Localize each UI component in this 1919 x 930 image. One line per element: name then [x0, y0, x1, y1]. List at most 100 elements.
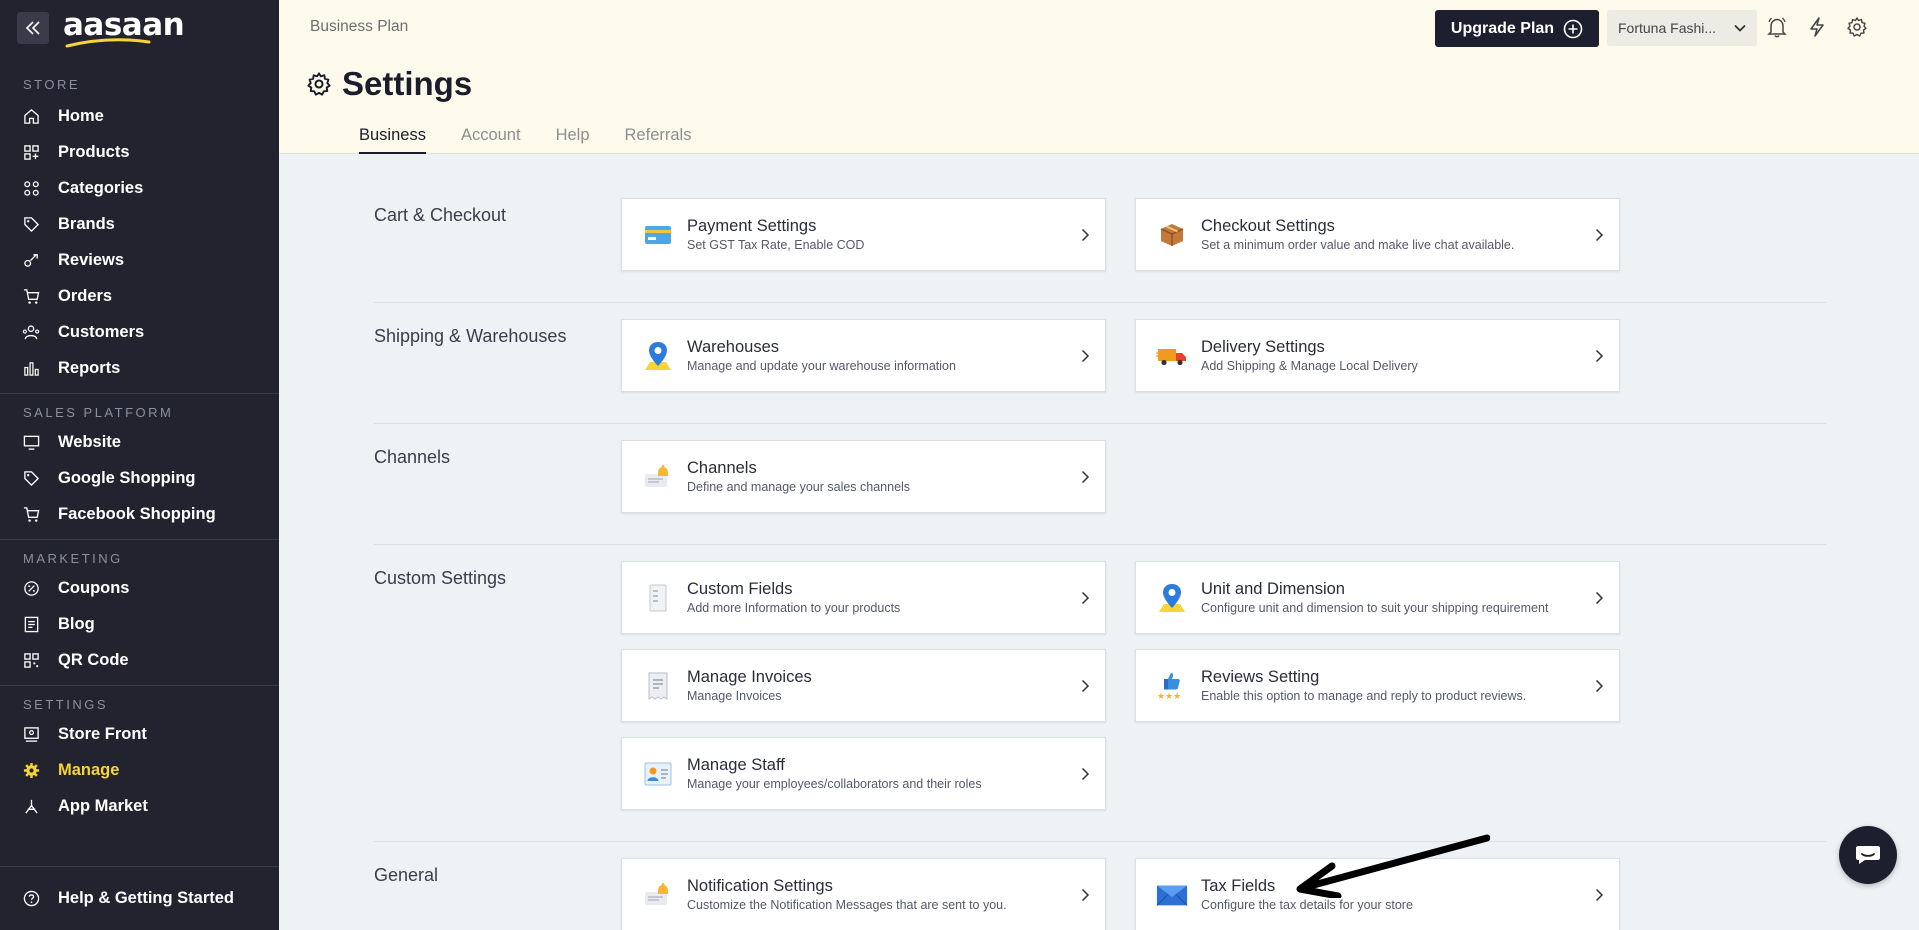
package-box-icon	[1156, 219, 1188, 251]
section-title-cart-checkout: Cart & Checkout	[374, 205, 507, 225]
logo[interactable]: aasaan	[63, 9, 185, 47]
sidebar-item-qr-code[interactable]: QR Code	[0, 642, 279, 678]
sidebar-item-label: Google Shopping	[58, 468, 196, 487]
home-icon	[22, 107, 40, 125]
chevron-right-icon	[1592, 228, 1606, 242]
section-divider	[374, 302, 1826, 303]
notification-bell-icon	[642, 879, 674, 911]
card-description: Add Shipping & Manage Local Delivery	[1201, 358, 1418, 373]
card-title: Reviews Setting	[1201, 667, 1320, 686]
chevron-right-icon	[1078, 888, 1092, 902]
store-selector[interactable]: Fortuna Fashi...	[1607, 10, 1757, 46]
sidebar-divider	[0, 393, 279, 394]
plus-circle-icon	[1563, 19, 1583, 38]
tab-referrals[interactable]: Referrals	[625, 126, 692, 154]
sidebar-item-brands[interactable]: Brands	[0, 206, 279, 242]
chevron-right-icon	[1078, 228, 1092, 242]
card-title: Warehouses	[687, 337, 780, 356]
tax-fields-card[interactable]: Tax Fields Configure the tax details for …	[1135, 858, 1620, 930]
products-icon	[22, 143, 40, 161]
card-title: Notification Settings	[687, 876, 833, 895]
tab-account[interactable]: Account	[461, 126, 521, 154]
card-description: Manage Invoices	[687, 688, 782, 703]
settings-gear-icon[interactable]	[1845, 15, 1869, 39]
sidebar-item-products[interactable]: Products	[0, 134, 279, 170]
sidebar-item-coupons[interactable]: Coupons	[0, 570, 279, 606]
upgrade-label: Upgrade Plan	[1450, 19, 1555, 37]
delivery-truck-icon	[1156, 340, 1188, 372]
upgrade-plan-button[interactable]: Upgrade Plan	[1435, 10, 1599, 47]
chevron-right-icon	[1592, 591, 1606, 605]
channels-card[interactable]: Channels Define and manage your sales cha…	[621, 440, 1106, 513]
section-label-settings: SETTINGS	[23, 697, 109, 712]
card-description: Add more Information to your products	[687, 600, 901, 615]
manage-invoices-card[interactable]: Manage Invoices Manage Invoices	[621, 649, 1106, 722]
sidebar-item-label: QR Code	[58, 650, 129, 669]
sidebar-item-reports[interactable]: Reports	[0, 350, 279, 386]
card-description: Configure unit and dimension to suit you…	[1201, 600, 1549, 615]
sidebar-item-label: Reports	[58, 358, 121, 377]
sidebar-item-label: Customers	[58, 322, 145, 341]
delivery-settings-card[interactable]: Delivery Settings Add Shipping & Manage L…	[1135, 319, 1620, 392]
help-label: Help & Getting Started	[58, 889, 235, 907]
notification-settings-card[interactable]: Notification Settings Customize the Notif…	[621, 858, 1106, 930]
settings-tabs: Business Account Help Referrals	[359, 126, 691, 154]
sidebar-item-blog[interactable]: Blog	[0, 606, 279, 642]
card-title: Channels	[687, 458, 757, 477]
card-title: Checkout Settings	[1201, 216, 1335, 235]
card-title: Payment Settings	[687, 216, 817, 235]
sidebar-item-app-market[interactable]: App Market	[0, 788, 279, 824]
plan-label: Business Plan	[310, 18, 409, 35]
tab-help[interactable]: Help	[556, 126, 590, 154]
sidebar-item-website[interactable]: Website	[0, 424, 279, 460]
section-divider	[374, 544, 1826, 545]
collapse-sidebar-button[interactable]	[17, 12, 49, 44]
sidebar-item-facebook-shopping[interactable]: Facebook Shopping	[0, 496, 279, 532]
monitor-icon	[22, 433, 40, 451]
card-title: Manage Invoices	[687, 667, 812, 686]
help-getting-started-link[interactable]: Help & Getting Started	[0, 881, 279, 917]
custom-fields-card[interactable]: Custom Fields Add more Information to you…	[621, 561, 1106, 634]
section-title-shipping-warehouses: Shipping & Warehouses	[374, 326, 567, 346]
sidebar-item-home[interactable]: Home	[0, 98, 279, 134]
lightning-icon[interactable]	[1805, 15, 1829, 39]
tab-business[interactable]: Business	[359, 126, 426, 154]
page-title: Settings	[306, 67, 472, 100]
sidebar-item-manage[interactable]: Manage	[0, 752, 279, 788]
map-pin-icon	[642, 340, 674, 372]
chevron-right-icon	[1078, 679, 1092, 693]
sidebar-item-label: Manage	[58, 760, 120, 779]
sidebar-item-label: App Market	[58, 796, 148, 815]
sidebar-item-google-shopping[interactable]: Google Shopping	[0, 460, 279, 496]
sidebar-item-label: Brands	[58, 214, 115, 233]
manage-staff-card[interactable]: Manage Staff Manage your employees/collab…	[621, 737, 1106, 810]
cart-icon	[22, 505, 40, 523]
warehouses-card[interactable]: Warehouses Manage and update your warehou…	[621, 319, 1106, 392]
chevron-right-icon	[1078, 591, 1092, 605]
sidebar-item-label: Products	[58, 142, 130, 161]
sidebar-item-orders[interactable]: Orders	[0, 278, 279, 314]
double-chevron-left-icon	[25, 21, 40, 35]
notifications-bell-icon[interactable]	[1765, 15, 1789, 39]
card-description: Customize the Notification Messages that…	[687, 897, 1007, 912]
sidebar-item-label: Facebook Shopping	[58, 504, 216, 523]
chat-button[interactable]	[1839, 826, 1897, 884]
unit-dimension-card[interactable]: Unit and Dimension Configure unit and dim…	[1135, 561, 1620, 634]
payment-settings-card[interactable]: Payment Settings Set GST Tax Rate, Enable…	[621, 198, 1106, 271]
checkout-settings-card[interactable]: Checkout Settings Set a minimum order val…	[1135, 198, 1620, 271]
sidebar-item-reviews[interactable]: Reviews	[0, 242, 279, 278]
card-description: Configure the tax details for your store	[1201, 897, 1413, 912]
sidebar-item-label: Coupons	[58, 578, 130, 597]
card-description: Set GST Tax Rate, Enable COD	[687, 237, 865, 252]
sidebar-item-label: Reviews	[58, 250, 125, 269]
svg-text:★★★: ★★★	[1157, 692, 1181, 701]
thumbs-up-stars-icon: ★★★	[1156, 670, 1188, 702]
gear-icon	[22, 761, 40, 779]
section-label-sales-platform: SALES PLATFORM	[23, 405, 174, 420]
reviews-setting-card[interactable]: ★★★ Reviews Setting Enable this option to…	[1135, 649, 1620, 722]
sidebar-item-customers[interactable]: Customers	[0, 314, 279, 350]
chevron-right-icon	[1078, 470, 1092, 484]
cart-icon	[22, 287, 40, 305]
sidebar-item-store-front[interactable]: Store Front	[0, 716, 279, 752]
sidebar-item-categories[interactable]: Categories	[0, 170, 279, 206]
